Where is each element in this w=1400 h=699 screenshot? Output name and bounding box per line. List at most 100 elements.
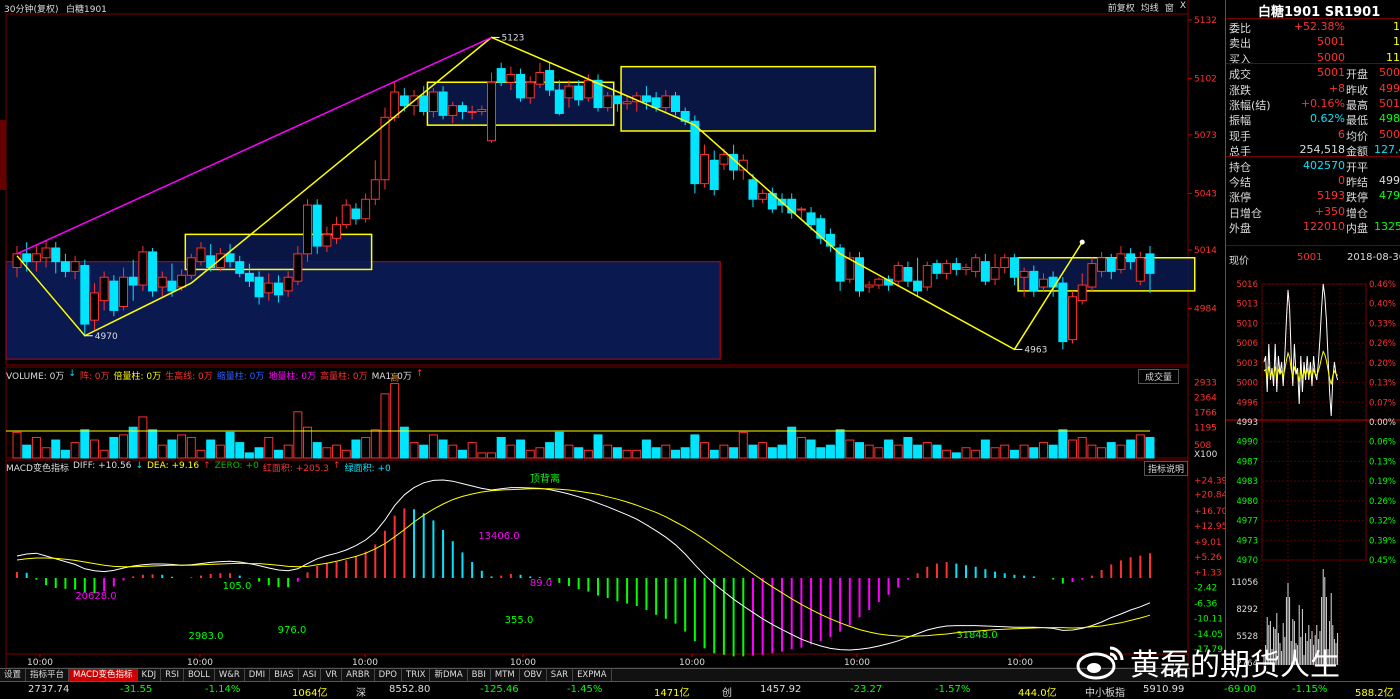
candle-body [1038,278,1048,288]
candle-body [554,89,564,114]
quote-value: 402570 [1303,158,1345,172]
indicator-tab[interactable]: VR [321,669,343,681]
candle-body [41,247,51,259]
indicator-tab[interactable]: 新DMA [430,669,468,681]
quote-value-2: 11 [1386,50,1400,64]
indicator-tab[interactable]: MTM [491,669,520,681]
candlestick-chart[interactable]: 513251025073504350144984512349704963高293… [0,0,1225,668]
volume-bar [70,442,80,459]
volume-bar [399,426,409,459]
macd-axis-label: +1.33 [1194,569,1222,579]
indicator-tab[interactable]: 设置 [0,669,27,681]
status-value: 8552.80 [389,684,431,695]
mini-right-label: 0.19% [1369,477,1396,487]
macd-axis-label: +9.01 [1194,538,1222,548]
mini-left-label: 5016 [1236,280,1258,290]
quote-value-2: 13250 [1374,220,1400,234]
volume-bar [138,416,148,459]
status-value: 1064亿 [292,688,328,699]
quote-value: 5001 [1317,35,1345,49]
candle-body [700,153,710,185]
volume-bar [700,442,710,459]
volume-bar [273,449,283,459]
macd-annotation: 105.0 [223,581,252,592]
candle-body [932,263,942,274]
candle-body [322,233,332,247]
indicator-tab[interactable]: DMI [245,669,271,681]
indicator-tab[interactable]: SAR [547,669,574,681]
candle-body [312,204,322,247]
quote-row: 涨跌 +8 昨收 499 [1229,82,1400,97]
volume-bar [167,439,177,459]
volume-bar [51,439,61,459]
volume-bar [351,439,361,459]
candle-body [51,247,61,263]
indicator-tab[interactable]: 指标平台 [26,669,70,681]
volume-button[interactable]: 成交量 [1138,369,1180,384]
price-axis-label: 5043 [1194,189,1217,199]
volume-bar [874,447,884,459]
indicator-tab[interactable]: RSI [161,669,184,681]
candle-body [477,109,487,113]
volume-bar [109,436,119,459]
volume-bar [119,434,129,459]
indicator-tab[interactable]: TRIX [402,669,431,681]
volume-bar [593,434,603,459]
volume-bar [845,439,855,459]
intraday-mini-chart[interactable]: 5016 0.46% 5013 0.40% 5010 0.33% 5006 0.26% 5003… [1226,270,1400,668]
status-value: 5910.99 [1143,684,1185,695]
price-axis-label: 5073 [1194,131,1217,141]
candle-body [99,276,109,302]
indicator-tab[interactable]: ARBR [342,669,375,681]
mini-left-label: 5010 [1236,319,1258,329]
indicator-help-button[interactable]: 指标说明 [1144,461,1189,476]
indicator-tab[interactable]: ASI [299,669,322,681]
mini-right-label: 0.32% [1369,517,1396,527]
indicator-tabs: 设置 指标平台 MACD变色指标 KDJ RSI BOLL W&R DMI BIAS ASI VR A… [0,668,1190,681]
volume-bar [545,442,555,459]
quote-value: 0.62% [1310,112,1345,126]
indicator-tab[interactable]: BIAS [270,669,299,681]
weibo-logo-icon [1076,646,1124,680]
quote-label: 涨停 [1229,191,1251,205]
quote-label: 现手 [1229,129,1251,143]
volume-axis-label: X100 [1194,450,1218,460]
mini-right-label: 0.06% [1369,438,1396,448]
volume-bar [806,439,816,459]
quote-value: +8 [1328,81,1345,95]
candle-body [1000,257,1010,268]
indicator-tab[interactable]: MACD变色指标 [69,669,138,681]
mini-right-label: 0.13% [1369,379,1396,389]
indicator-tab[interactable]: KDJ [138,669,162,681]
volume-bar [244,452,254,459]
quote-row: 卖出 5001 1 [1229,35,1400,50]
time-axis-label: 10:00 [27,658,53,668]
volume-bar [177,434,187,459]
indicator-tab[interactable]: DPO [375,669,403,681]
volume-bar [980,439,990,459]
indicator-tab[interactable]: EXPMA [573,669,612,681]
candle-body [574,85,584,101]
volume-bar [835,429,845,459]
candle-body [980,261,990,282]
volume-bar [748,444,758,459]
quote-separator [1226,18,1400,19]
candle-body [806,212,816,226]
candle-body [157,276,167,288]
volume-bar [709,449,719,459]
quote-separator [1226,156,1400,157]
indicator-tab[interactable]: W&R [215,669,245,681]
volume-bar [312,442,322,459]
volume-bar [1077,436,1087,459]
status-value: -69.00 [1224,684,1257,695]
candle-body [1058,282,1068,343]
volume-bar [1019,444,1029,459]
quote-label-2: 最低 [1346,114,1368,128]
indicator-tab[interactable]: BOLL [184,669,215,681]
volume-bar [186,436,196,459]
volume-bar [128,426,138,459]
volume-bar [438,439,448,459]
volume-bar [487,452,497,459]
indicator-tab[interactable]: BBI [468,669,491,681]
indicator-tab[interactable]: OBV [520,669,547,681]
